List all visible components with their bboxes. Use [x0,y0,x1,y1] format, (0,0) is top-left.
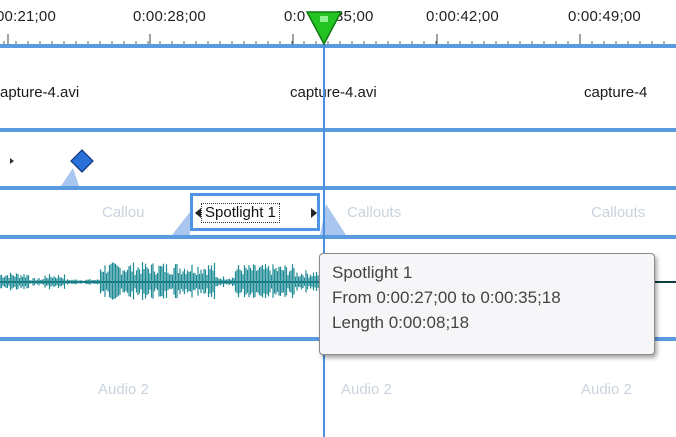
animation-track-graphics [10,158,79,186]
ruler-time-label: 0:0 [284,8,306,25]
ruler-time-label: 0:00:49;00 [568,8,641,25]
video-clip-label[interactable]: apture-4.avi [0,84,79,101]
video-clip-label[interactable]: capture-4 [584,84,647,101]
tooltip-title: Spotlight 1 [332,263,413,282]
keyframe-diamond-icon[interactable] [70,149,94,173]
audio-clip-label[interactable]: Audio 2 [581,381,632,398]
track-start-marker [10,158,14,164]
playhead-line[interactable] [323,36,325,437]
clip-info-tooltip: Spotlight 1 From 0:00:27;00 to 0:00:35;1… [319,253,655,355]
animation-track[interactable] [0,132,676,186]
ruler-time-label: 0:00:42;00 [426,8,499,25]
audio-clip-label[interactable]: Audio 2 [98,381,149,398]
clip-left-handle-icon[interactable] [194,208,202,218]
callouts-track[interactable]: Callou Callouts Callouts [0,190,676,235]
callout-transition-ramps [172,204,346,235]
tooltip-length: Length 0:00:08;18 [332,313,470,332]
fade-in-ramp [172,212,190,235]
ruler-time-label: 00:21;00 [0,8,56,25]
playhead-marker-icon[interactable] [304,10,344,46]
spotlight-clip-label: Spotlight 1 [201,203,280,223]
audio-track-2[interactable]: Audio 2 Audio 2 Audio 2 [0,341,676,437]
ruler-time-label: 0:00:28;00 [133,8,206,25]
video-track[interactable]: apture-4.avi capture-4.avi capture-4 [0,48,676,128]
tooltip-from-to: From 0:00:27;00 to 0:00:35;18 [332,288,561,307]
audio-clip-label[interactable]: Audio 2 [341,381,392,398]
video-clip-label[interactable]: capture-4.avi [290,84,377,101]
clip-right-handle-icon[interactable] [310,208,318,218]
spotlight-clip-selected[interactable]: Spotlight 1 [190,193,320,231]
